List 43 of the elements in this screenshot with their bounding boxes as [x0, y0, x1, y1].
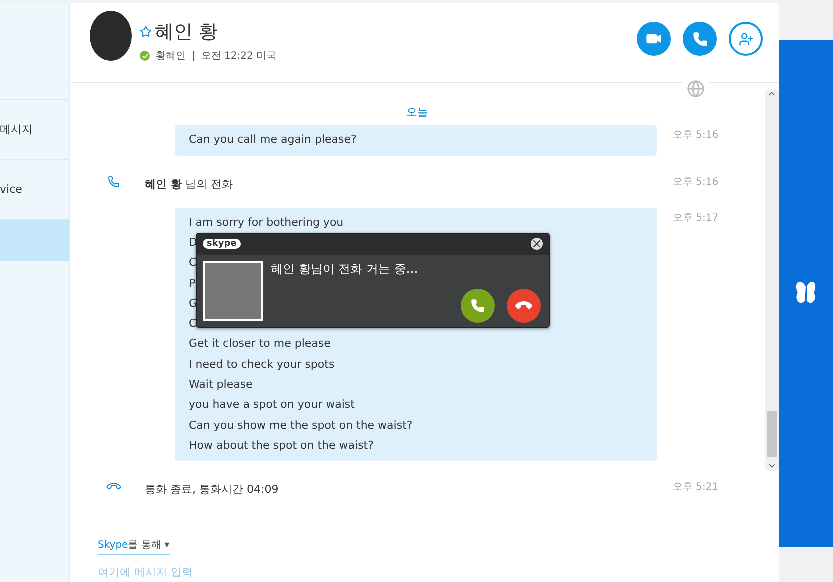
message-time: 오후 5:16: [673, 129, 720, 144]
video-call-button[interactable]: [637, 22, 671, 56]
sidebar-item[interactable]: 메시지: [0, 99, 69, 159]
call-event-text: 통화 종료, 통화시간 04:09: [145, 482, 280, 498]
call-event-text: 혜인 황 님의 전화: [145, 176, 234, 192]
phone-icon: [692, 32, 708, 46]
call-button[interactable]: [683, 22, 717, 56]
globe-icon[interactable]: [687, 80, 705, 98]
username: 황혜인: [156, 50, 186, 63]
message-text: How about the spot on the waist?: [189, 438, 374, 454]
incoming-call-text: 혜인 황님이 전화 거는 중…: [271, 260, 420, 278]
scrollbar[interactable]: [765, 89, 779, 472]
message-time: 오후 5:16: [673, 176, 720, 190]
separator: |: [192, 50, 196, 62]
message-text: C: [189, 255, 197, 272]
message-text: Can you call me again please?: [189, 132, 357, 148]
caret-icon: ▾: [164, 540, 170, 552]
message-text: Wait please: [189, 377, 253, 394]
message-text: you have a spot on your waist: [189, 397, 355, 414]
photo-placeholder: [203, 260, 263, 321]
message-text: Can you show me the spot on the waist?: [189, 418, 413, 434]
local-time: 오전 12:22 미국: [201, 50, 277, 63]
send-via-selector[interactable]: Skype를 통해 ▾: [98, 540, 170, 556]
message-text: C: [189, 316, 197, 332]
add-contact-button[interactable]: [729, 22, 763, 56]
message-time: 오후 5:17: [673, 212, 720, 226]
message-text: I need to check your spots: [189, 356, 335, 373]
scroll-thumb[interactable]: [767, 411, 777, 458]
message-text: Get it closer to me please: [189, 336, 331, 352]
message-text: P: [189, 276, 196, 292]
date-divider: 오늘: [406, 105, 430, 122]
star-icon[interactable]: [140, 26, 152, 38]
close-icon[interactable]: [531, 238, 543, 250]
phone-icon: [471, 298, 485, 313]
phone-icon: [108, 176, 120, 188]
message-time: 오후 5:21: [673, 481, 720, 496]
contact-name: 혜인 황: [155, 20, 218, 45]
answer-button[interactable]: [461, 288, 495, 323]
avatar: [90, 11, 132, 61]
skype-logo: skype: [203, 239, 241, 250]
message-text: I am sorry for bothering you: [189, 214, 344, 231]
add-person-icon: [738, 32, 754, 46]
decline-button[interactable]: [507, 288, 541, 323]
